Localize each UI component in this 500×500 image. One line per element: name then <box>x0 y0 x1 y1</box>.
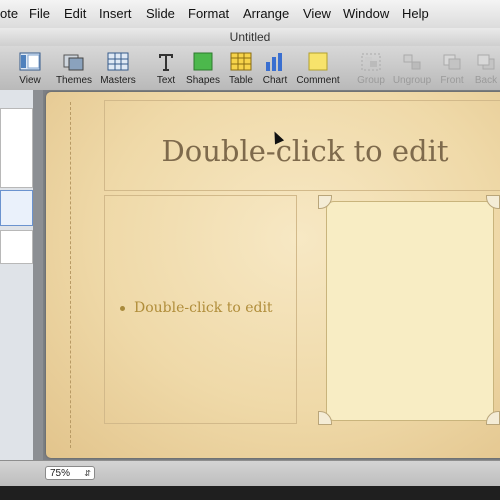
menu-file[interactable]: File <box>29 6 50 21</box>
slide-thumbnail-selected[interactable] <box>0 190 33 226</box>
ungroup-label: Ungroup <box>392 75 432 86</box>
stitch-decoration <box>70 102 71 448</box>
text-icon <box>159 54 173 71</box>
title-placeholder-text: Double-click to edit <box>161 134 449 168</box>
menu-arrange[interactable]: Arrange <box>243 6 289 21</box>
menu-bar: ote File Edit Insert Slide Format Arrang… <box>0 0 500 29</box>
ungroup-icon <box>403 54 421 70</box>
back-label: Back <box>474 75 498 86</box>
front-label: Front <box>440 75 464 86</box>
slide[interactable]: Double-click to edit Double-click to edi… <box>46 92 500 458</box>
body-placeholder-text: Double-click to edit <box>134 300 273 316</box>
menu-edit[interactable]: Edit <box>64 6 86 21</box>
title-placeholder[interactable]: Double-click to edit <box>104 100 500 191</box>
group-button[interactable]: Group <box>356 50 386 88</box>
shapes-label: Shapes <box>186 75 220 86</box>
themes-label: Themes <box>55 75 93 86</box>
slide-navigator[interactable] <box>0 90 34 460</box>
group-label: Group <box>357 75 385 86</box>
comment-icon <box>308 52 328 71</box>
comment-label: Comment <box>296 75 340 86</box>
body-placeholder[interactable]: Double-click to edit <box>104 195 297 424</box>
front-button[interactable]: Front <box>438 50 466 88</box>
text-button[interactable]: Text <box>152 50 180 88</box>
themes-button[interactable]: Themes <box>54 50 94 88</box>
comment-button[interactable]: Comment <box>296 50 340 88</box>
zoom-select[interactable]: 75% ⇵ <box>45 466 95 480</box>
window-titlebar: Untitled <box>0 28 500 46</box>
bring-front-icon <box>443 54 461 70</box>
menu-window[interactable]: Window <box>343 6 389 21</box>
shapes-button[interactable]: Shapes <box>186 50 220 88</box>
table-icon <box>230 52 252 71</box>
masters-icon <box>107 52 129 71</box>
ungroup-button[interactable]: Ungroup <box>392 50 432 88</box>
menu-insert[interactable]: Insert <box>99 6 132 21</box>
image-placeholder[interactable] <box>318 195 500 425</box>
masters-label: Masters <box>100 75 136 86</box>
back-button[interactable]: Back <box>472 50 500 88</box>
toolbar: View Themes Masters Text Shapes Table Ch… <box>0 46 500 91</box>
shapes-icon <box>193 52 213 71</box>
chart-label: Chart <box>262 75 288 86</box>
table-label: Table <box>229 75 253 86</box>
menu-format[interactable]: Format <box>188 6 229 21</box>
image-placeholder-area <box>326 201 494 421</box>
zoom-stepper-icon: ⇵ <box>84 469 91 478</box>
chart-icon <box>266 53 282 71</box>
view-button[interactable]: View <box>14 50 46 88</box>
send-back-icon <box>477 54 495 70</box>
bullet-dot <box>120 306 125 311</box>
screen-edge <box>0 486 500 500</box>
navigator-divider[interactable] <box>33 90 43 460</box>
view-icon <box>19 52 41 71</box>
view-label: View <box>19 75 41 86</box>
menu-app[interactable]: ote <box>0 6 18 21</box>
zoom-value: 75% <box>50 468 71 479</box>
menu-slide[interactable]: Slide <box>146 6 175 21</box>
themes-icon <box>63 54 84 71</box>
menu-view[interactable]: View <box>303 6 331 21</box>
slide-thumbnail[interactable] <box>0 108 33 188</box>
group-icon <box>361 53 381 71</box>
status-bar: 75% ⇵ <box>0 460 500 487</box>
masters-button[interactable]: Masters <box>98 50 138 88</box>
slide-thumbnail[interactable] <box>0 230 33 264</box>
window-title: Untitled <box>229 30 271 44</box>
slide-canvas[interactable]: Double-click to edit Double-click to edi… <box>43 90 500 460</box>
chart-button[interactable]: Chart <box>260 50 290 88</box>
menu-help[interactable]: Help <box>402 6 429 21</box>
text-label: Text <box>156 75 176 86</box>
table-button[interactable]: Table <box>226 50 256 88</box>
